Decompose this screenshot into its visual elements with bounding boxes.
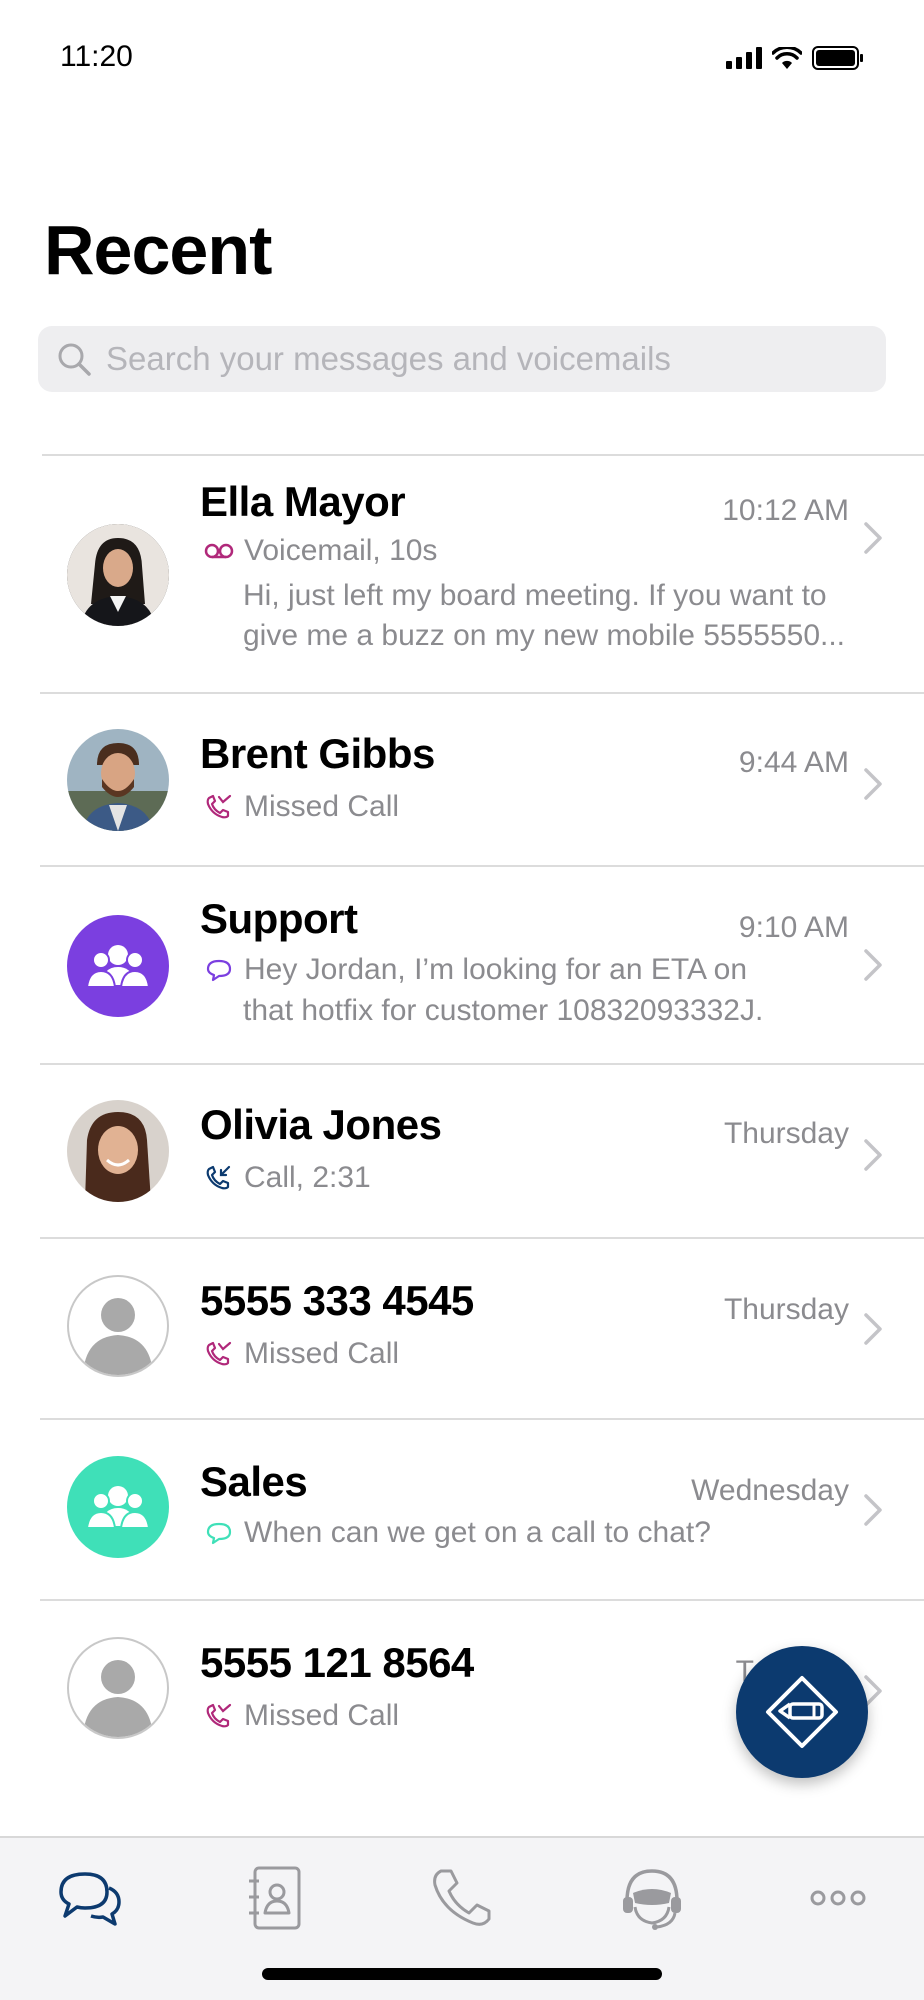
timestamp: Thursday	[723, 1117, 849, 1150]
message-preview: that hotfix for customer 10832093332J.	[243, 994, 764, 1027]
chevron-right-icon	[864, 1494, 882, 1526]
compose-icon	[766, 1676, 838, 1748]
item-subtitle: Voicemail, 10s	[204, 534, 437, 568]
voicemail-icon	[204, 543, 234, 559]
incoming-call-icon	[206, 1165, 231, 1190]
status-time: 11:20	[60, 40, 133, 73]
subtitle-text: Call, 2:31	[244, 1161, 371, 1194]
recent-item-ella-mayor[interactable]: Ella Mayor 10:12 AM Voicemail, 10s Hi, j…	[0, 456, 924, 694]
recent-item-5555-333-4545[interactable]: 5555 333 4545 Thursday Missed Call	[0, 1239, 924, 1420]
chevron-right-icon	[864, 1139, 882, 1171]
status-icons	[726, 46, 864, 70]
search-input[interactable]	[106, 340, 866, 378]
more-dots-icon	[810, 1890, 866, 1906]
item-subtitle: Missed Call	[204, 790, 399, 824]
avatar	[67, 1100, 169, 1202]
search-icon	[58, 343, 91, 376]
timestamp: 9:10 AM	[738, 911, 849, 944]
chat-bubbles-icon	[59, 1872, 121, 1926]
timestamp: 10:12 AM	[722, 494, 849, 527]
chevron-right-icon	[864, 522, 882, 554]
subtitle-text: Voicemail, 10s	[244, 534, 438, 567]
chevron-right-icon	[864, 768, 882, 800]
contact-name: 5555 121 8564	[200, 1639, 474, 1686]
avatar	[67, 1637, 169, 1739]
status-bar: 11:20	[0, 0, 924, 110]
avatar	[67, 524, 169, 626]
contact-name: Support	[200, 895, 358, 942]
contact-name: 5555 333 4545	[200, 1277, 474, 1324]
cellular-signal-icon	[726, 47, 762, 69]
item-subtitle: Missed Call	[204, 1337, 399, 1371]
timestamp: 9:44 AM	[738, 746, 849, 779]
chat-bubble-icon	[206, 959, 232, 982]
phone-icon	[433, 1869, 491, 1926]
contact-name: Brent Gibbs	[200, 730, 435, 777]
recent-item-brent-gibbs[interactable]: Brent Gibbs 9:44 AM Missed Call	[0, 694, 924, 867]
page-title: Recent	[44, 211, 272, 289]
contact-name: Sales	[200, 1458, 308, 1505]
search-bar[interactable]	[38, 326, 886, 392]
avatar	[67, 1275, 169, 1377]
message-preview: Hi, just left my board meeting. If you w…	[243, 579, 846, 652]
subtitle-text: Missed Call	[244, 790, 400, 823]
contacts-book-icon	[249, 1866, 301, 1930]
chevron-right-icon	[864, 1313, 882, 1345]
timestamp: Wednesday	[691, 1474, 849, 1507]
subtitle-text: Hey Jordan, I’m looking for an ETA on	[244, 953, 748, 986]
tab-messages[interactable]	[50, 1858, 130, 1938]
chevron-right-icon	[864, 949, 882, 981]
recent-item-olivia-jones[interactable]: Olivia Jones Thursday Call, 2:31	[0, 1065, 924, 1239]
battery-icon	[812, 46, 863, 70]
tab-calls[interactable]	[422, 1858, 502, 1938]
item-subtitle: Call, 2:31	[204, 1161, 371, 1195]
item-subtitle: Hey Jordan, I’m looking for an ETA on	[204, 953, 747, 987]
wifi-icon	[772, 47, 802, 69]
recent-item-support[interactable]: Support 9:10 AM Hey Jordan, I’m looking …	[0, 867, 924, 1065]
tab-contacts[interactable]	[236, 1858, 316, 1938]
timestamp: Thursday	[723, 1293, 849, 1326]
avatar	[67, 1456, 169, 1558]
compose-button[interactable]	[736, 1646, 868, 1778]
missed-call-icon	[206, 1703, 232, 1728]
item-subtitle: Missed Call	[204, 1699, 399, 1733]
headset-agent-icon	[623, 1869, 681, 1930]
recent-item-sales[interactable]: Sales Wednesday When can we get on a cal…	[0, 1420, 924, 1601]
tab-support[interactable]	[612, 1858, 692, 1938]
avatar	[67, 915, 169, 1017]
chat-bubble-icon	[206, 1522, 232, 1545]
missed-call-icon	[206, 1341, 232, 1366]
avatar	[67, 729, 169, 831]
contact-name: Ella Mayor	[200, 478, 406, 525]
contact-name: Olivia Jones	[200, 1101, 442, 1148]
subtitle-text: Missed Call	[244, 1337, 400, 1370]
tab-more[interactable]	[798, 1858, 878, 1938]
subtitle-text: When can we get on a call to chat?	[244, 1516, 711, 1549]
missed-call-icon	[206, 794, 232, 819]
item-subtitle: When can we get on a call to chat?	[204, 1516, 711, 1550]
home-indicator[interactable]	[262, 1968, 662, 1980]
subtitle-text: Missed Call	[244, 1699, 400, 1732]
